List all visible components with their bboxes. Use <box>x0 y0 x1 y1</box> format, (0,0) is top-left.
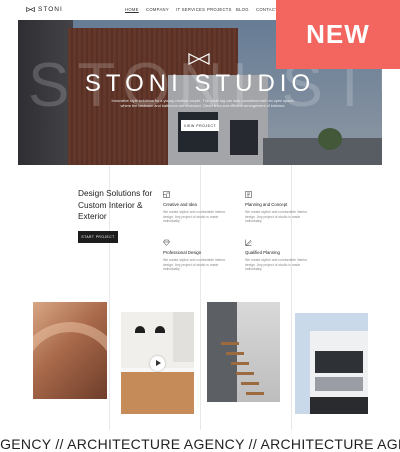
project-image-house-exterior[interactable] <box>295 313 368 414</box>
logo[interactable]: STONI <box>26 6 63 13</box>
feature-title: Professional Design <box>163 250 202 255</box>
plan-icon <box>245 191 252 198</box>
feature-description: We create stylish and comfortable interi… <box>245 210 308 224</box>
nav-item-projects[interactable]: PROJECTS <box>207 7 236 12</box>
nav-item-it-services[interactable]: IT SERVICES <box>176 7 207 12</box>
diamond-icon <box>163 239 170 246</box>
feature-item: Professional Design We create stylish an… <box>163 239 233 272</box>
feature-title: Qualified Planning <box>245 250 280 255</box>
feature-description: We create stylish and comfortable interi… <box>245 258 308 272</box>
feature-title: Planning and Concept <box>245 202 288 207</box>
new-badge: NEW <box>276 0 400 69</box>
play-icon[interactable] <box>150 356 165 371</box>
feature-item: Planning and Concept We create stylish a… <box>245 191 315 224</box>
feature-item: Qualified Planning We create stylish and… <box>245 239 315 272</box>
view-project-button[interactable]: VIEW PROJECT <box>181 120 219 131</box>
start-project-button[interactable]: START PROJECT <box>78 231 118 243</box>
section-heading: Design Solutions for Custom Interior & E… <box>78 188 153 221</box>
nav-item-blog[interactable]: BLOG <box>236 7 256 12</box>
feature-description: We create stylish and comfortable interi… <box>163 258 226 272</box>
project-image-kitchen[interactable] <box>121 312 194 414</box>
project-image-interior-curve[interactable] <box>33 302 107 399</box>
main-menu: HOME COMPANY IT SERVICES PROJECTS BLOG C… <box>125 7 284 12</box>
hero-tagline: Innovative style solutions for a young c… <box>111 99 295 108</box>
pencil-ruler-icon <box>245 239 252 246</box>
nav-item-home[interactable]: HOME <box>125 7 146 12</box>
logo-text: STONI <box>38 6 63 13</box>
blueprint-icon <box>163 191 170 198</box>
nav-item-company[interactable]: COMPANY <box>146 7 176 12</box>
bowtie-mark-icon <box>188 53 210 65</box>
bowtie-logo-icon <box>26 7 35 12</box>
feature-item: Creative and Idea We create stylish and … <box>163 191 233 224</box>
project-image-staircase[interactable] <box>207 302 280 402</box>
feature-description: We create stylish and comfortable interi… <box>163 210 226 224</box>
feature-title: Creative and Idea <box>163 202 197 207</box>
hero-title: STONI STUDIO <box>84 70 316 97</box>
